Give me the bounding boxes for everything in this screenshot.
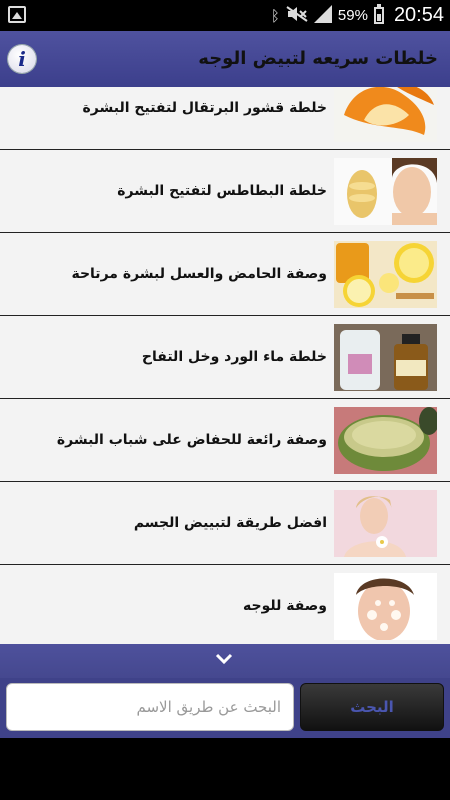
gallery-icon xyxy=(8,6,26,23)
chevron-down-icon[interactable] xyxy=(215,652,233,666)
list-item-label: وصفة للوجه xyxy=(243,598,327,614)
clock: 20:54 xyxy=(393,4,444,26)
face-mask-thumbnail xyxy=(334,573,437,640)
recipe-list[interactable]: خلطة قشور البرتقال لتفتيح البشرة خلطة ال… xyxy=(0,87,450,644)
avocado-mask-thumbnail xyxy=(334,407,437,474)
list-item-label: وصفة الحامض والعسل لبشرة مرتاحة xyxy=(71,266,327,282)
status-bar: ᛒ 59% 20:54 xyxy=(0,0,450,31)
potato-face-thumbnail xyxy=(334,158,437,225)
woman-flower-thumbnail xyxy=(334,490,437,557)
list-item[interactable]: وصفة للوجه xyxy=(0,565,450,644)
search-panel: البحث xyxy=(0,678,450,738)
list-item[interactable]: وصفة رائعة للحفاض على شباب البشرة xyxy=(0,399,450,482)
page-title: خلطات سريعه لتبيض الوجه xyxy=(198,48,438,69)
mute-icon xyxy=(286,5,308,26)
info-icon[interactable]: i xyxy=(8,45,36,73)
list-item[interactable]: خلطة البطاطس لتفتيح البشرة xyxy=(0,150,450,233)
list-item[interactable]: وصفة الحامض والعسل لبشرة مرتاحة xyxy=(0,233,450,316)
bluetooth-icon: ᛒ xyxy=(270,6,280,25)
expand-bar[interactable] xyxy=(0,644,450,678)
list-item-label: خلطة قشور البرتقال لتفتيح البشرة xyxy=(82,100,327,116)
list-item-label: وصفة رائعة للحفاض على شباب البشرة xyxy=(56,432,327,448)
app-header: i خلطات سريعه لتبيض الوجه xyxy=(0,31,450,87)
battery-icon xyxy=(373,4,384,24)
list-item-label: خلطة ماء الورد وخل التفاح xyxy=(141,349,327,365)
list-item[interactable]: خلطة ماء الورد وخل التفاح xyxy=(0,316,450,399)
status-icons: ᛒ 59% 20:54 xyxy=(271,0,444,31)
list-item-label: خلطة البطاطس لتفتيح البشرة xyxy=(117,183,327,199)
orange-peel-thumbnail xyxy=(334,87,437,142)
signal-icon xyxy=(313,4,332,27)
search-button[interactable]: البحث xyxy=(300,683,444,731)
nav-area xyxy=(0,738,450,800)
lemon-honey-thumbnail xyxy=(334,241,437,308)
list-item[interactable]: خلطة قشور البرتقال لتفتيح البشرة xyxy=(0,87,450,150)
list-item[interactable]: افضل طريقة لتبييض الجسم xyxy=(0,482,450,565)
rosewater-vinegar-thumbnail xyxy=(334,324,437,391)
list-item-label: افضل طريقة لتبييض الجسم xyxy=(133,515,327,531)
search-input[interactable] xyxy=(6,683,294,731)
battery-percent: 59% xyxy=(337,7,368,24)
